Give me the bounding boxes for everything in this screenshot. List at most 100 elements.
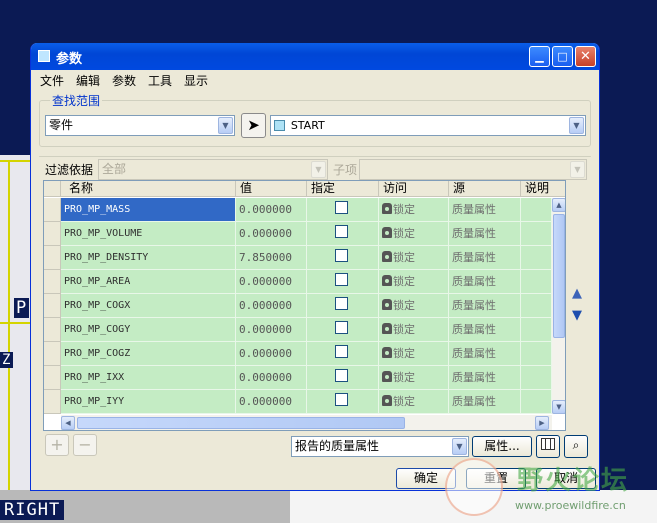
cell-description[interactable] — [521, 198, 552, 222]
row-header[interactable] — [44, 390, 61, 414]
row-header[interactable] — [44, 294, 61, 318]
scroll-up-button[interactable]: ▲ — [552, 198, 565, 212]
lock-icon — [382, 347, 392, 358]
cell-description[interactable] — [521, 246, 552, 270]
scroll-down-button[interactable]: ▼ — [552, 400, 565, 414]
table-row[interactable]: PRO_MP_AREA 0.000000 锁定 质量属性 — [44, 270, 552, 294]
cell-description[interactable] — [521, 366, 552, 390]
designate-checkbox[interactable] — [335, 369, 348, 382]
designate-checkbox[interactable] — [335, 345, 348, 358]
designate-checkbox[interactable] — [335, 297, 348, 310]
report-mass-properties-select[interactable]: 报告的质量属性 ▼ — [291, 436, 469, 457]
cell-description[interactable] — [521, 294, 552, 318]
column-header-access[interactable]: 访问 — [379, 181, 449, 197]
select-pointer-button[interactable]: ➤ — [241, 113, 266, 138]
scope-select[interactable]: 零件 ▼ — [45, 115, 235, 136]
menu-edit[interactable]: 编辑 — [76, 72, 100, 89]
column-header-name[interactable]: 名称 — [61, 181, 236, 197]
model-select[interactable]: START ▼ — [270, 115, 586, 136]
filter-divider — [39, 156, 591, 157]
designate-checkbox[interactable] — [335, 321, 348, 334]
vertical-scrollbar[interactable]: ▲ ▼ — [552, 198, 565, 414]
scroll-left-button[interactable]: ◀ — [61, 416, 75, 430]
chevron-right-icon: ▶ — [539, 419, 545, 427]
row-header[interactable] — [44, 342, 61, 366]
sub-item-select[interactable]: ▼ — [359, 159, 587, 180]
watermark: 野火论坛 www.proewildfire.cn — [445, 458, 655, 523]
cell-value[interactable]: 0.000000 — [236, 222, 307, 246]
horizontal-scrollbar[interactable]: ◀ ▶ — [61, 415, 552, 430]
column-header-description[interactable]: 说明 — [521, 181, 565, 197]
remove-parameter-button[interactable]: − — [73, 434, 97, 456]
properties-button[interactable]: 属性... — [472, 436, 532, 457]
designate-checkbox[interactable] — [335, 393, 348, 406]
table-row[interactable]: PRO_MP_IXX 0.000000 锁定 质量属性 — [44, 366, 552, 390]
move-up-icon[interactable]: ▲ — [572, 286, 582, 301]
table-row[interactable]: PRO_MP_VOLUME 0.000000 锁定 质量属性 — [44, 222, 552, 246]
column-header-source[interactable]: 源 — [449, 181, 521, 197]
scroll-right-button[interactable]: ▶ — [535, 416, 549, 430]
cell-description[interactable] — [521, 270, 552, 294]
column-header-value[interactable]: 值 — [236, 181, 307, 197]
cell-value[interactable]: 0.000000 — [236, 270, 307, 294]
menu-display[interactable]: 显示 — [184, 72, 208, 89]
table-row[interactable]: PRO_MP_IYY 0.000000 锁定 质量属性 — [44, 390, 552, 414]
cell-source: 质量属性 — [449, 198, 521, 222]
designate-checkbox[interactable] — [335, 225, 348, 238]
cell-description[interactable] — [521, 342, 552, 366]
parameters-table: 名称 值 指定 访问 源 说明 PRO_MP_MASS 0.000000 锁定 质量属… — [43, 180, 566, 431]
cell-description[interactable] — [521, 390, 552, 414]
close-button[interactable]: ✕ — [575, 46, 596, 67]
menu-file[interactable]: 文件 — [40, 72, 64, 89]
cell-name[interactable]: PRO_MP_DENSITY — [61, 246, 236, 270]
vertical-scroll-thumb[interactable] — [553, 214, 565, 338]
table-row[interactable]: PRO_MP_MASS 0.000000 锁定 质量属性 — [44, 198, 552, 222]
cell-name[interactable]: PRO_MP_IYY — [61, 390, 236, 414]
table-columns-button[interactable] — [536, 435, 560, 458]
row-header[interactable] — [44, 246, 61, 270]
cell-description[interactable] — [521, 222, 552, 246]
cell-value[interactable]: 0.000000 — [236, 198, 307, 222]
horizontal-scroll-thumb[interactable] — [77, 417, 405, 429]
cell-value[interactable]: 0.000000 — [236, 366, 307, 390]
table-row[interactable]: PRO_MP_COGY 0.000000 锁定 质量属性 — [44, 318, 552, 342]
cell-value[interactable]: 7.850000 — [236, 246, 307, 270]
find-button[interactable]: ⌕ — [564, 435, 588, 458]
cell-description[interactable] — [521, 318, 552, 342]
cell-name[interactable]: PRO_MP_COGY — [61, 318, 236, 342]
designate-checkbox[interactable] — [335, 201, 348, 214]
row-header[interactable] — [44, 318, 61, 342]
move-down-icon[interactable]: ▼ — [572, 308, 582, 323]
minimize-button[interactable]: ▁ — [529, 46, 550, 67]
maximize-button[interactable]: □ — [552, 46, 573, 67]
watermark-url: www.proewildfire.cn — [515, 499, 626, 512]
cell-value[interactable]: 0.000000 — [236, 342, 307, 366]
row-header[interactable] — [44, 198, 61, 222]
table-row[interactable]: PRO_MP_COGZ 0.000000 锁定 质量属性 — [44, 342, 552, 366]
access-text: 锁定 — [393, 371, 415, 384]
cell-value[interactable]: 0.000000 — [236, 294, 307, 318]
cell-name[interactable]: PRO_MP_IXX — [61, 366, 236, 390]
table-row[interactable]: PRO_MP_DENSITY 7.850000 锁定 质量属性 — [44, 246, 552, 270]
cell-name[interactable]: PRO_MP_AREA — [61, 270, 236, 294]
datum-line — [0, 322, 34, 324]
table-row[interactable]: PRO_MP_COGX 0.000000 锁定 质量属性 — [44, 294, 552, 318]
cell-value[interactable]: 0.000000 — [236, 318, 307, 342]
row-header[interactable] — [44, 222, 61, 246]
cell-name[interactable]: PRO_MP_MASS — [61, 198, 236, 222]
row-header[interactable] — [44, 270, 61, 294]
add-parameter-button[interactable]: + — [45, 434, 69, 456]
menu-tools[interactable]: 工具 — [148, 72, 172, 89]
designate-checkbox[interactable] — [335, 249, 348, 262]
access-text: 锁定 — [393, 275, 415, 288]
filter-select[interactable]: 全部 ▼ — [98, 159, 328, 180]
row-header[interactable] — [44, 366, 61, 390]
designate-checkbox[interactable] — [335, 273, 348, 286]
cell-name[interactable]: PRO_MP_COGX — [61, 294, 236, 318]
title-bar[interactable]: 参数 ▁ □ ✕ — [31, 43, 599, 70]
column-header-designate[interactable]: 指定 — [307, 181, 379, 197]
cell-name[interactable]: PRO_MP_COGZ — [61, 342, 236, 366]
cell-value[interactable]: 0.000000 — [236, 390, 307, 414]
menu-parameters[interactable]: 参数 — [112, 72, 136, 89]
cell-name[interactable]: PRO_MP_VOLUME — [61, 222, 236, 246]
